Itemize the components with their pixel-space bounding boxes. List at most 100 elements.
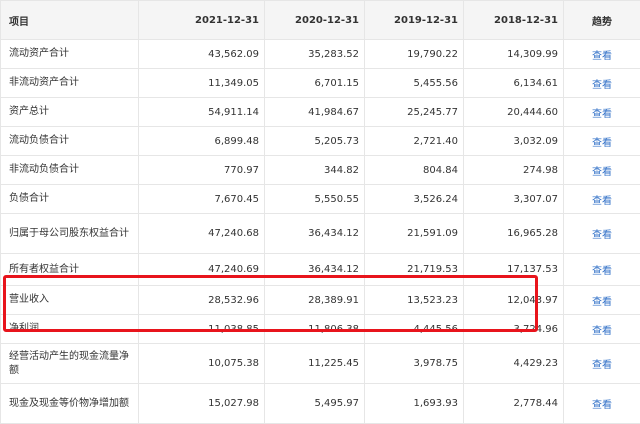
view-trend-link[interactable]: 查看 [592,326,612,337]
view-trend-link[interactable]: 查看 [592,297,612,308]
header-period: 2021-12-31 [138,0,265,40]
view-trend-link[interactable]: 查看 [592,266,612,277]
row-label: 净利润 [0,314,139,344]
header-period: 2018-12-31 [463,0,564,40]
view-trend-link[interactable]: 查看 [592,109,612,120]
value-cell: 2,721.40 [364,126,464,156]
value-cell: 804.84 [364,155,464,185]
value-cell: 47,240.68 [138,213,265,254]
trend-cell: 查看 [563,184,640,214]
row-label: 所有者权益合计 [0,253,139,286]
value-cell: 11,038.85 [138,314,265,344]
value-cell: 54,911.14 [138,97,265,127]
row-label: 流动资产合计 [0,39,139,69]
value-cell: 20,444.60 [463,97,564,127]
table-row: 所有者权益合计 47,240.69 36,434.12 21,719.53 17,137… [0,253,640,286]
header-trend: 趋势 [563,0,640,40]
view-trend-link[interactable]: 查看 [592,167,612,178]
table-row: 归属于母公司股东权益合计 47,240.68 36,434.12 21,591.09 1… [0,213,640,254]
value-cell: 3,032.09 [463,126,564,156]
value-cell: 13,523.23 [364,285,464,315]
row-label: 营业收入 [0,285,139,315]
view-trend-link[interactable]: 查看 [592,400,612,411]
header-period: 2019-12-31 [364,0,464,40]
value-cell: 35,283.52 [264,39,365,69]
value-cell: 21,591.09 [364,213,464,254]
value-cell: 3,724.96 [463,314,564,344]
value-cell: 47,240.69 [138,253,265,286]
value-cell: 6,899.48 [138,126,265,156]
table-row: 营业收入 28,532.96 28,389.91 13,523.23 12,043.97… [0,285,640,315]
view-trend-link[interactable]: 查看 [592,138,612,149]
table-row: 流动负债合计 6,899.48 5,205.73 2,721.40 3,032.09 查看 [0,126,640,156]
row-label: 非流动负债合计 [0,155,139,185]
value-cell: 7,670.45 [138,184,265,214]
table-header-row: 项目 2021-12-31 2020-12-31 2019-12-31 2018… [0,0,640,40]
table-row: 负债合计 7,670.45 5,550.55 3,526.24 3,307.07 查看 [0,184,640,214]
trend-cell: 查看 [563,213,640,254]
value-cell: 28,532.96 [138,285,265,315]
view-trend-link[interactable]: 查看 [592,196,612,207]
row-label: 非流动资产合计 [0,68,139,98]
table-row: 净利润 11,038.85 11,806.38 4,445.56 3,724.96 查看 [0,314,640,344]
value-cell: 10,075.38 [138,343,265,384]
trend-cell: 查看 [563,253,640,286]
value-cell: 1,693.93 [364,383,464,424]
value-cell: 11,806.38 [264,314,365,344]
value-cell: 3,526.24 [364,184,464,214]
value-cell: 770.97 [138,155,265,185]
value-cell: 41,984.67 [264,97,365,127]
value-cell: 12,043.97 [463,285,564,315]
value-cell: 28,389.91 [264,285,365,315]
value-cell: 6,701.15 [264,68,365,98]
trend-cell: 查看 [563,68,640,98]
table-row: 经营活动产生的现金流量净额 10,075.38 11,225.45 3,978.75 4… [0,343,640,384]
value-cell: 25,245.77 [364,97,464,127]
row-label: 负债合计 [0,184,139,214]
value-cell: 15,027.98 [138,383,265,424]
row-label: 经营活动产生的现金流量净额 [0,343,139,384]
value-cell: 344.82 [264,155,365,185]
value-cell: 17,137.53 [463,253,564,286]
value-cell: 36,434.12 [264,253,365,286]
view-trend-link[interactable]: 查看 [592,51,612,62]
table-row: 资产总计 54,911.14 41,984.67 25,245.77 20,444.60… [0,97,640,127]
value-cell: 274.98 [463,155,564,185]
value-cell: 5,550.55 [264,184,365,214]
table-row: 非流动资产合计 11,349.05 6,701.15 5,455.56 6,134.61… [0,68,640,98]
value-cell: 21,719.53 [364,253,464,286]
value-cell: 19,790.22 [364,39,464,69]
value-cell: 14,309.99 [463,39,564,69]
trend-cell: 查看 [563,383,640,424]
value-cell: 4,445.56 [364,314,464,344]
value-cell: 11,349.05 [138,68,265,98]
table-row: 非流动负债合计 770.97 344.82 804.84 274.98 查看 [0,155,640,185]
value-cell: 16,965.28 [463,213,564,254]
row-label: 资产总计 [0,97,139,127]
trend-cell: 查看 [563,126,640,156]
value-cell: 3,307.07 [463,184,564,214]
value-cell: 5,455.56 [364,68,464,98]
value-cell: 5,205.73 [264,126,365,156]
table-row: 现金及现金等价物净增加额 15,027.98 5,495.97 1,693.93 2,7… [0,383,640,424]
trend-cell: 查看 [563,97,640,127]
value-cell: 43,562.09 [138,39,265,69]
trend-cell: 查看 [563,314,640,344]
value-cell: 36,434.12 [264,213,365,254]
row-label: 流动负债合计 [0,126,139,156]
trend-cell: 查看 [563,155,640,185]
value-cell: 6,134.61 [463,68,564,98]
value-cell: 3,978.75 [364,343,464,384]
view-trend-link[interactable]: 查看 [592,230,612,241]
financial-summary-table: 项目 2021-12-31 2020-12-31 2019-12-31 2018… [0,0,640,424]
trend-cell: 查看 [563,343,640,384]
row-label: 现金及现金等价物净增加额 [0,383,139,424]
trend-cell: 查看 [563,285,640,315]
view-trend-link[interactable]: 查看 [592,80,612,91]
trend-cell: 查看 [563,39,640,69]
value-cell: 4,429.23 [463,343,564,384]
value-cell: 5,495.97 [264,383,365,424]
view-trend-link[interactable]: 查看 [592,360,612,371]
header-period: 2020-12-31 [264,0,365,40]
header-item: 项目 [0,0,139,40]
